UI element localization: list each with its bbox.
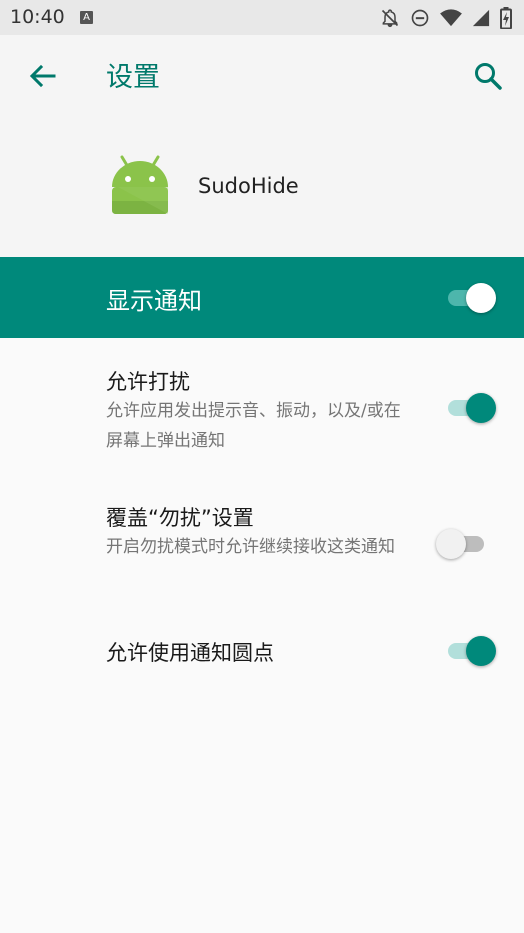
notification-app-icon: A [80,11,93,24]
show-notifications-row[interactable]: 显示通知 [0,257,524,338]
android-app-icon [112,155,168,214]
app-bar: 设置 [0,35,524,119]
notification-dots-title: 允许使用通知圆点 [106,641,274,665]
status-time: 10:40 [10,6,65,28]
override-dnd-title: 覆盖“勿扰”设置 [106,506,254,530]
notifications-off-icon [381,9,399,28]
override-dnd-row[interactable]: 覆盖“勿扰”设置 开启勿扰模式时允许继续接收这类通知 [0,502,524,592]
show-notifications-label: 显示通知 [106,287,202,315]
app-name: SudoHide [198,174,299,198]
search-icon[interactable] [468,57,508,97]
app-header: SudoHide [0,119,524,257]
wifi-icon [440,9,462,27]
status-bar: 10:40 A [0,0,524,35]
battery-charging-icon [500,7,512,29]
page-title: 设置 [106,62,160,93]
status-icons [380,7,512,29]
override-dnd-summary: 开启勿扰模式时允许继续接收这类通知 [106,537,395,557]
notification-dots-row[interactable]: 允许使用通知圆点 [0,636,524,687]
allow-interruptions-title: 允许打扰 [106,370,190,394]
allow-interruptions-switch[interactable] [444,390,498,424]
cell-signal-icon [472,9,490,27]
show-notifications-switch[interactable] [444,280,498,314]
override-dnd-switch[interactable] [436,526,492,560]
do-not-disturb-icon [411,9,429,27]
allow-interruptions-row[interactable]: 允许打扰 允许应用发出提示音、振动，以及/或在屏幕上弹出通知 [0,366,524,456]
back-arrow-icon[interactable] [24,59,60,95]
allow-interruptions-summary: 允许应用发出提示音、振动，以及/或在屏幕上弹出通知 [106,401,401,451]
notification-dots-switch[interactable] [444,633,498,667]
